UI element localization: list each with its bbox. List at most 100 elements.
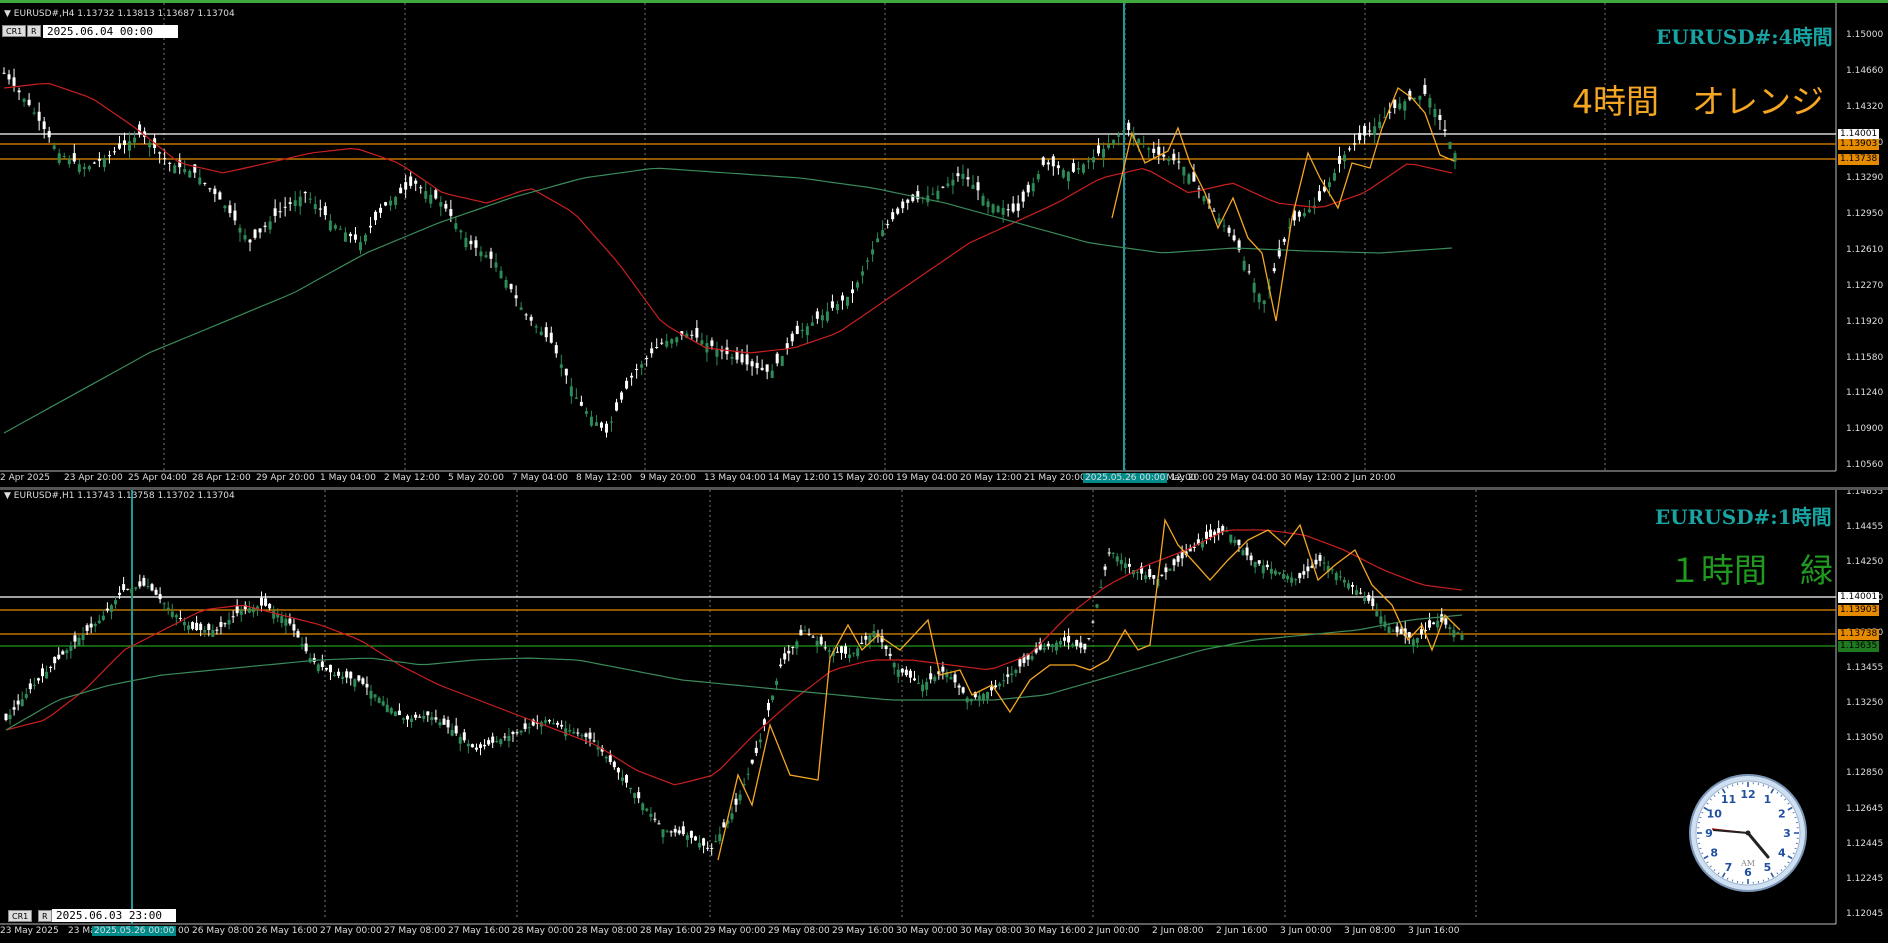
time-axis-label: 7 May 04:00 (512, 473, 568, 483)
candle (379, 203, 383, 218)
candle (1204, 524, 1208, 545)
h1-chart-pane[interactable]: ▼ EURUSD#,H1 1.13743 1.13758 1.13702 1.1… (0, 490, 1888, 943)
time-axis-label: 2 Jun 16:00 (1216, 926, 1268, 936)
candle (1290, 571, 1294, 587)
candle (7, 69, 11, 85)
candle (1050, 643, 1054, 653)
h1-r-button[interactable]: R (38, 910, 52, 922)
candle (1398, 97, 1402, 111)
candle (45, 665, 49, 679)
time-axis-label: 21 May 20:00 (1024, 473, 1086, 483)
candle (1436, 613, 1440, 632)
candle (1097, 138, 1101, 157)
collapse-triangle-icon[interactable]: ▼ (4, 9, 14, 19)
time-axis-label: 8 May 12:00 (576, 473, 632, 483)
h4-datetime-box[interactable]: 2025.06.04 00:00 (43, 25, 178, 38)
candle (358, 236, 362, 255)
candle (579, 395, 583, 407)
candle (990, 680, 994, 697)
candle (608, 750, 612, 765)
candle (1056, 161, 1060, 175)
candle (677, 826, 681, 836)
candle (393, 711, 397, 717)
price-axis-label: 1.12850 (1846, 768, 1884, 779)
candle (430, 711, 434, 726)
h4-r-button[interactable]: R (27, 25, 41, 37)
candle (1433, 103, 1437, 126)
h1-note-label: １時間 緑 (1668, 551, 1833, 590)
candle (504, 276, 508, 291)
candle (1187, 172, 1191, 185)
candle (173, 162, 177, 174)
candle (698, 835, 702, 851)
candle (138, 574, 142, 589)
candle (1318, 552, 1322, 567)
candle (681, 821, 685, 837)
candle (524, 312, 528, 321)
candle (1249, 552, 1253, 566)
candle (552, 718, 556, 725)
candle (67, 155, 71, 168)
candle (1147, 146, 1151, 159)
candle (766, 699, 770, 717)
candle (283, 197, 287, 217)
candle (657, 820, 661, 825)
candle (434, 709, 438, 723)
candle (495, 736, 499, 744)
candle (158, 151, 162, 164)
candle (791, 646, 795, 655)
candle (424, 181, 428, 203)
candle (1071, 642, 1075, 648)
candle (343, 227, 347, 242)
candle (1111, 551, 1115, 559)
candle (908, 668, 912, 683)
h1-chart-canvas[interactable] (0, 490, 1888, 943)
time-axis-label: 3 Jun 00:00 (1280, 926, 1332, 936)
h4-chart-pane[interactable]: ▼ EURUSD#,H4 1.13732 1.13813 1.13687 1.1… (0, 0, 1888, 488)
candle (957, 683, 961, 696)
time-axis-label: 2 May 12:00 (384, 473, 440, 483)
candle (298, 190, 302, 215)
candle (304, 636, 308, 654)
candle (1408, 88, 1412, 102)
collapse-triangle-icon[interactable]: ▼ (4, 491, 14, 501)
candle (534, 324, 538, 334)
candle (569, 377, 573, 404)
h4-cr-button[interactable]: CR1 (2, 25, 27, 37)
candle (313, 196, 317, 215)
candle (72, 143, 76, 164)
candle (1317, 185, 1321, 202)
candle (57, 148, 61, 166)
candle (27, 93, 31, 107)
candle (560, 720, 564, 730)
candle (589, 410, 593, 428)
candle (758, 733, 762, 749)
candle (198, 169, 202, 186)
candle (142, 575, 146, 587)
h1-datetime-box[interactable]: 2025.06.03 23:00 (52, 909, 176, 922)
h1-cr-button[interactable]: CR1 (8, 910, 33, 922)
candle (459, 229, 463, 240)
candle (454, 216, 458, 232)
candle (933, 674, 937, 684)
candle (604, 421, 608, 438)
candle (1257, 292, 1261, 310)
candle (1355, 585, 1359, 596)
candle (499, 266, 503, 279)
candle (32, 107, 36, 116)
candle (981, 692, 985, 704)
candle (69, 641, 73, 659)
candle (848, 647, 852, 663)
candle (238, 224, 242, 242)
candle (966, 168, 970, 187)
candle (280, 611, 284, 628)
candle (1371, 590, 1375, 610)
time-axis-label: 29 May 00:00 (704, 926, 766, 936)
candle (1176, 554, 1180, 567)
candle (994, 679, 998, 689)
ma-red-line (3, 82, 1453, 354)
candle (953, 671, 957, 689)
candle (1167, 155, 1171, 166)
candle (1148, 565, 1152, 580)
ma-green-line (3, 167, 1453, 434)
